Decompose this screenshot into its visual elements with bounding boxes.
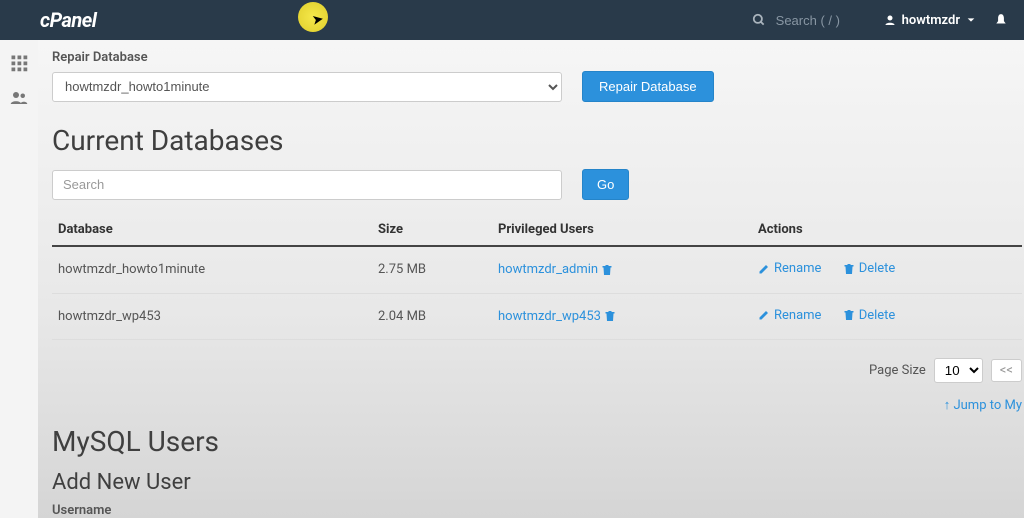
db-name: howtmzdr_howto1minute (52, 246, 372, 293)
page-size-label: Page Size (869, 363, 926, 378)
delete-button[interactable]: Delete (843, 308, 896, 323)
table-row: howtmzdr_howto1minute 2.75 MB howtmzdr_a… (52, 246, 1022, 293)
arrow-up-icon: ↑ (944, 398, 954, 413)
trash-icon[interactable] (601, 262, 613, 277)
global-search[interactable] (752, 13, 866, 28)
topbar: cPanel howtmzdr (0, 0, 1024, 40)
col-users: Privileged Users (492, 214, 752, 246)
global-search-input[interactable] (776, 13, 866, 28)
username-label: howtmzdr (902, 13, 960, 28)
db-user-link[interactable]: howtmzdr_admin (498, 262, 598, 277)
user-icon (884, 14, 896, 26)
users-icon[interactable] (9, 87, 29, 108)
repair-db-select[interactable]: howtmzdr_howto1minute (52, 72, 562, 102)
trash-icon (843, 309, 855, 321)
db-size: 2.04 MB (372, 293, 492, 340)
delete-button[interactable]: Delete (843, 261, 896, 276)
table-header-row: Database Size Privileged Users Actions (52, 214, 1022, 246)
bell-icon[interactable] (994, 12, 1008, 28)
jump-link-row: ↑ Jump to My (52, 397, 1022, 413)
logo[interactable]: cPanel (40, 8, 96, 32)
col-database: Database (52, 214, 372, 246)
username-field-label: Username (52, 503, 1024, 518)
add-new-user-title: Add New User (52, 470, 1024, 495)
databases-table: Database Size Privileged Users Actions h… (52, 214, 1022, 340)
pencil-icon (758, 309, 770, 321)
rename-button[interactable]: Rename (758, 261, 821, 276)
sidebar (0, 40, 38, 518)
page-size-select[interactable]: 10 (934, 358, 983, 383)
repair-db-button[interactable]: Repair Database (582, 71, 714, 102)
search-icon (752, 13, 766, 27)
jump-to-link[interactable]: ↑ Jump to My (944, 398, 1022, 413)
db-name: howtmzdr_wp453 (52, 293, 372, 340)
current-databases-title: Current Databases (52, 124, 1024, 157)
grid-icon[interactable] (10, 52, 28, 73)
repair-label: Repair Database (52, 50, 1024, 65)
pencil-icon (758, 263, 770, 275)
rename-button[interactable]: Rename (758, 308, 821, 323)
col-size: Size (372, 214, 492, 246)
search-go-button[interactable]: Go (582, 169, 629, 200)
db-size: 2.75 MB (372, 246, 492, 293)
search-databases-input[interactable] (52, 170, 562, 200)
main-content: Repair Database howtmzdr_howto1minute Re… (38, 40, 1024, 518)
trash-icon[interactable] (604, 309, 616, 324)
col-actions: Actions (752, 214, 1022, 246)
db-user-link[interactable]: howtmzdr_wp453 (498, 309, 601, 324)
user-menu[interactable]: howtmzdr (884, 13, 976, 28)
chevron-down-icon (966, 15, 976, 25)
table-row: howtmzdr_wp453 2.04 MB howtmzdr_wp453 Re… (52, 293, 1022, 340)
mysql-users-title: MySQL Users (52, 425, 1024, 458)
trash-icon (843, 263, 855, 275)
page-prev-button[interactable]: << (991, 359, 1022, 382)
pagination: Page Size 10 << (52, 358, 1022, 383)
